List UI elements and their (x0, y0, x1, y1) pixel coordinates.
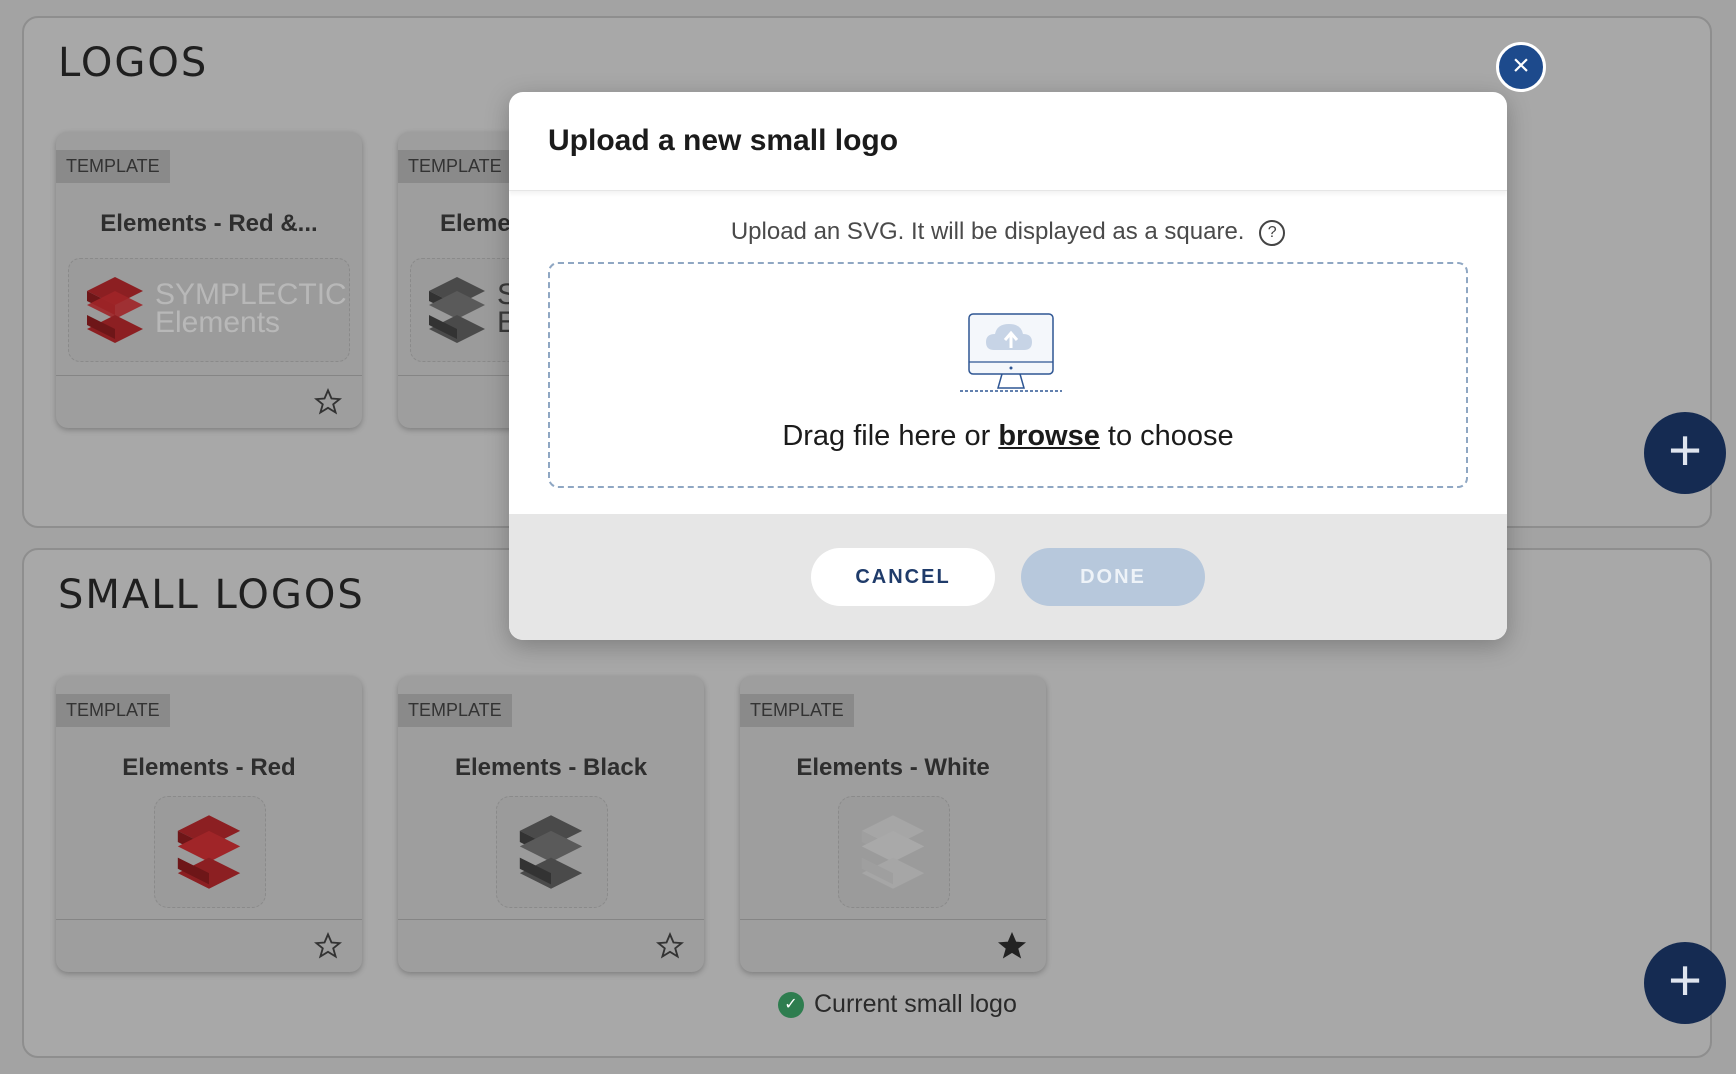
wordmark-top: SYMPLECTIC (155, 278, 347, 311)
logo-preview (838, 796, 950, 908)
logo-preview: SYMPLECTIC Elements (68, 258, 350, 362)
small-logo-card[interactable]: TEMPLATE Elements - White (740, 676, 1046, 972)
check-circle-icon: ✓ (778, 991, 804, 1018)
drop-text-before: Drag file here or (782, 420, 999, 452)
section-title-logos: LOGOS (58, 40, 209, 86)
template-tag: TEMPLATE (398, 694, 512, 727)
close-dialog-button[interactable]: × (1496, 42, 1546, 92)
cloud-upload-monitor-icon (960, 313, 1062, 392)
upload-small-logo-dialog: Upload a new small logo Upload an SVG. I… (509, 92, 1507, 640)
symplectic-white-mark-icon (861, 815, 925, 889)
card-title: Elements - White (796, 754, 990, 781)
symplectic-red-mark-icon (87, 277, 143, 343)
card-title: Elements - Red &... (100, 210, 318, 237)
done-button[interactable]: DONE (1021, 548, 1205, 606)
symplectic-black-mark-icon (519, 815, 583, 889)
star-outline-icon[interactable] (314, 388, 342, 416)
dialog-footer: CANCEL DONE (509, 514, 1507, 640)
browse-link[interactable]: browse (998, 420, 1100, 452)
wordmark-bottom: Elements (155, 306, 281, 339)
current-small-logo-note: ✓ Current small logo (778, 990, 1017, 1019)
upload-helper-text: Upload an SVG. It will be displayed as a… (509, 218, 1507, 246)
star-outline-icon[interactable] (314, 932, 342, 960)
small-logo-card[interactable]: TEMPLATE Elements - Red (56, 676, 362, 972)
logo-card[interactable]: TEMPLATE Elements - Red &... SYMPLECTIC … (56, 132, 362, 428)
add-small-logo-button[interactable]: + (1644, 942, 1726, 1024)
helper-text: Upload an SVG. It will be displayed as a… (730, 218, 1245, 245)
template-tag: TEMPLATE (398, 150, 512, 183)
dialog-header: Upload a new small logo (509, 92, 1507, 191)
card-title: Elements - Black (454, 754, 648, 781)
cancel-button[interactable]: CANCEL (811, 548, 995, 606)
card-footer (398, 919, 704, 972)
symplectic-black-mark-icon (429, 277, 485, 343)
template-tag: TEMPLATE (740, 694, 854, 727)
help-icon[interactable]: ? (1259, 219, 1286, 246)
dialog-title: Upload a new small logo (548, 124, 899, 157)
section-title-small-logos: SMALL LOGOS (58, 572, 365, 618)
drop-text-after: to choose (1099, 420, 1234, 452)
card-footer (56, 919, 362, 972)
logo-preview (496, 796, 608, 908)
card-footer (56, 375, 362, 428)
current-small-logo-label: Current small logo (814, 990, 1017, 1018)
star-outline-icon[interactable] (656, 932, 684, 960)
card-footer (740, 919, 1046, 972)
card-title: Elements - Red (122, 754, 296, 781)
star-filled-icon[interactable] (998, 932, 1026, 960)
template-tag: TEMPLATE (56, 694, 170, 727)
template-tag: TEMPLATE (56, 150, 170, 183)
small-logo-card[interactable]: TEMPLATE Elements - Black (398, 676, 704, 972)
dropzone-text: Drag file here or browse to choose (550, 420, 1466, 453)
file-dropzone[interactable]: Drag file here or browse to choose (548, 262, 1468, 488)
symplectic-red-mark-icon (177, 815, 241, 889)
add-logo-button[interactable]: + (1644, 412, 1726, 494)
logo-preview (154, 796, 266, 908)
